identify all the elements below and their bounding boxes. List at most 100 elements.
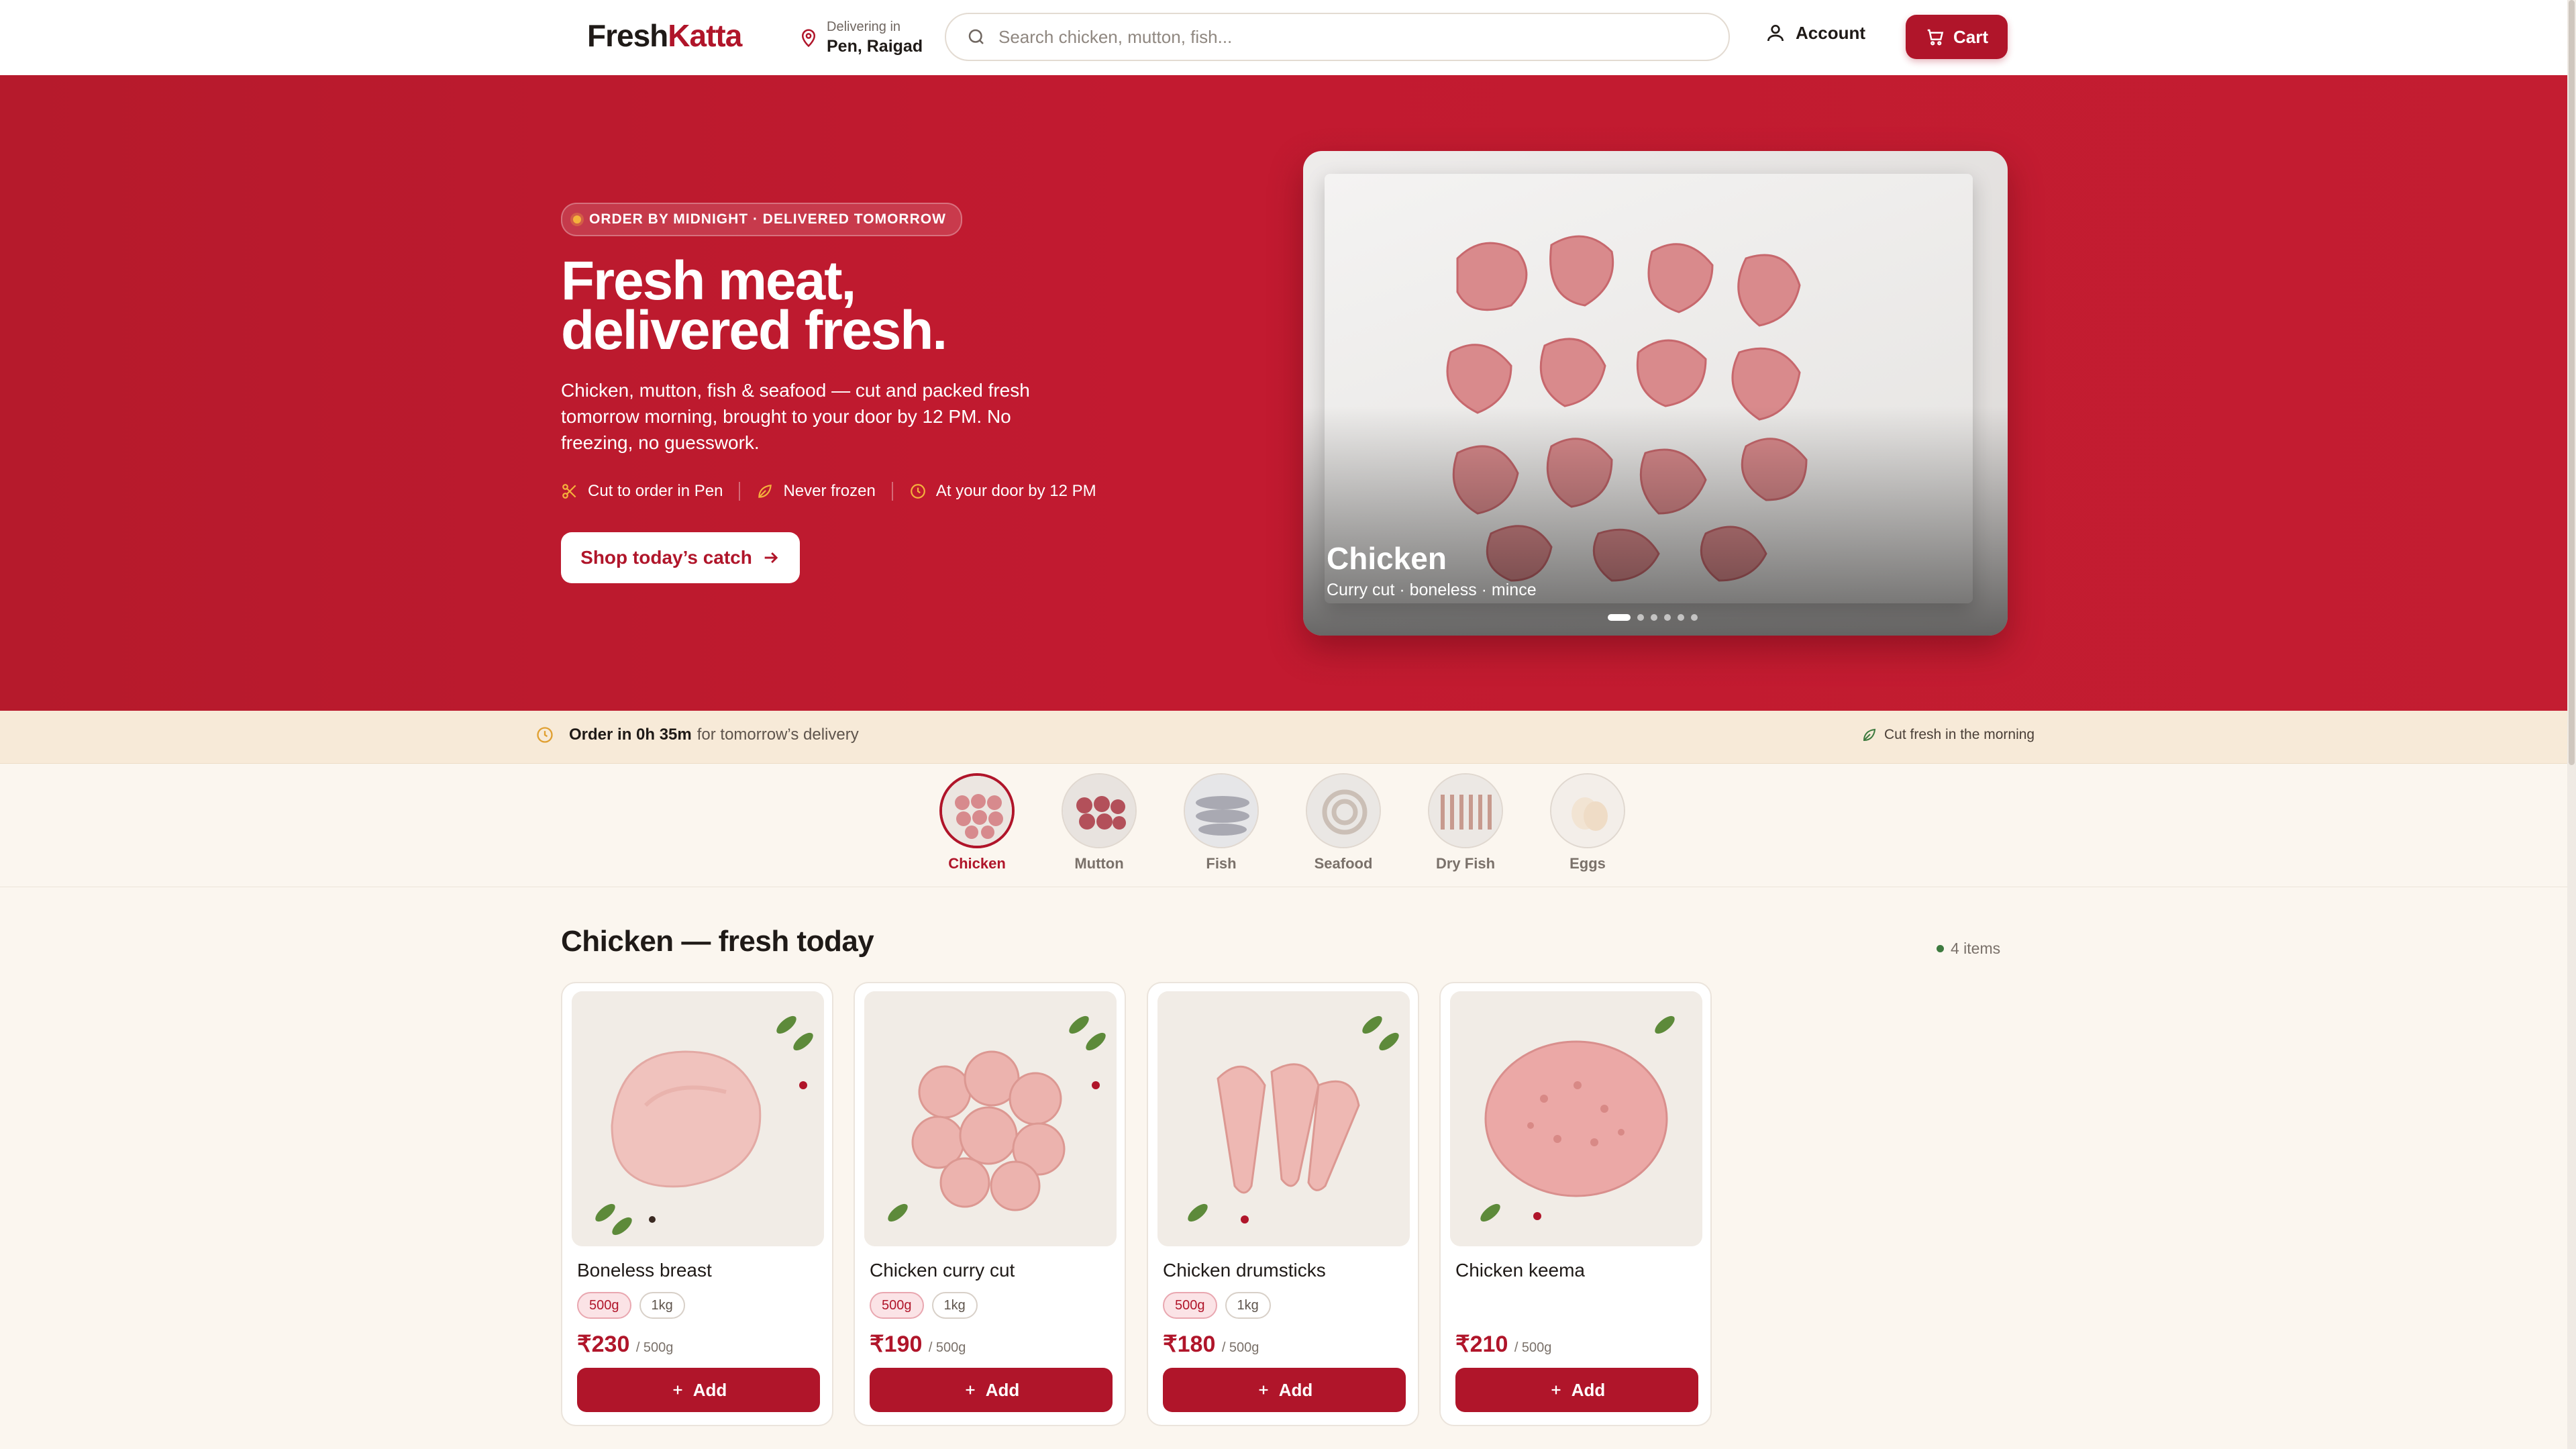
shop-button[interactable]: Shop today’s catch bbox=[561, 532, 800, 583]
category-label: Eggs bbox=[1569, 855, 1606, 872]
category-chicken[interactable]: Chicken bbox=[937, 773, 1017, 872]
logo[interactable]: FreshKatta bbox=[587, 17, 742, 54]
scissors-icon bbox=[562, 484, 576, 499]
price-unit: / 500g bbox=[635, 1340, 674, 1355]
category-chicken-image bbox=[939, 773, 1015, 848]
category-label: Fish bbox=[1206, 855, 1237, 872]
size-option-500g[interactable]: 500g bbox=[577, 1292, 631, 1319]
size-options: 500g 1kg bbox=[1163, 1292, 1279, 1319]
arrow-right-icon bbox=[764, 552, 778, 564]
size-option-1kg[interactable]: 1kg bbox=[1225, 1292, 1271, 1319]
search-bar[interactable] bbox=[945, 13, 1730, 61]
add-to-cart-button[interactable]: Add bbox=[577, 1368, 820, 1412]
category-fish-image bbox=[1184, 773, 1259, 848]
size-option-500g[interactable]: 500g bbox=[870, 1292, 924, 1319]
product-price: ₹190 / 500g bbox=[870, 1331, 966, 1358]
feature-door-label: At your door by 12 PM bbox=[935, 482, 1096, 500]
product-card: Chicken keema ₹210 / 500g Add bbox=[1439, 982, 1712, 1426]
order-badge: ORDER BY MIDNIGHT · DELIVERED TOMORROW bbox=[561, 203, 962, 236]
carousel-dot[interactable] bbox=[1651, 614, 1657, 621]
product-image[interactable] bbox=[1450, 991, 1702, 1246]
leaf-icon bbox=[1863, 728, 1876, 742]
product-name: Boneless breast bbox=[577, 1260, 712, 1281]
plus-icon bbox=[966, 1385, 975, 1395]
price-value: ₹180 bbox=[1163, 1332, 1216, 1357]
leaf-icon bbox=[758, 485, 772, 498]
product-image[interactable] bbox=[864, 991, 1117, 1246]
delivering-label: Delivering in bbox=[827, 19, 901, 34]
hero-description: Chicken, mutton, fish & seafood — cut an… bbox=[561, 380, 1030, 453]
delivery-info-bar: Order in 0h 35m for tomorrow’s delivery … bbox=[0, 711, 2567, 764]
product-name: Chicken drumsticks bbox=[1163, 1260, 1326, 1281]
map-pin-icon bbox=[801, 29, 816, 48]
size-option-1kg[interactable]: 1kg bbox=[931, 1292, 978, 1319]
delivery-location[interactable]: Delivering in Pen, Raigad bbox=[798, 16, 923, 59]
scrollbar-thumb[interactable] bbox=[2569, 0, 2575, 765]
search-icon bbox=[968, 29, 984, 44]
logo-katta: Katta bbox=[668, 18, 742, 53]
carousel-dot[interactable] bbox=[1691, 614, 1698, 621]
category-mutton[interactable]: Mutton bbox=[1059, 773, 1139, 872]
search-input[interactable] bbox=[997, 26, 1704, 48]
page: FreshKatta Delivering in Pen, Raigad Acc… bbox=[0, 0, 2576, 1449]
product-image[interactable] bbox=[572, 991, 824, 1246]
fresh-note: Cut fresh in the morning bbox=[1861, 727, 2034, 743]
cart-button[interactable]: Cart bbox=[1906, 15, 2008, 59]
size-option-500g[interactable]: 500g bbox=[1163, 1292, 1217, 1319]
price-value: ₹230 bbox=[577, 1332, 630, 1357]
page-scrollbar[interactable] bbox=[2567, 0, 2576, 1449]
price-value: ₹190 bbox=[870, 1332, 923, 1357]
item-count: 4 items bbox=[1937, 940, 2000, 958]
carousel-dot[interactable] bbox=[1608, 614, 1631, 621]
category-eggs[interactable]: Eggs bbox=[1547, 773, 1628, 872]
hero-title-line2: delivered fresh. bbox=[561, 300, 947, 361]
feature-frozen-label: Never frozen bbox=[783, 482, 876, 500]
feature-cut: Cut to order in Pen bbox=[561, 482, 723, 501]
size-options: 500g 1kg bbox=[577, 1292, 693, 1319]
add-to-cart-button[interactable]: Add bbox=[1163, 1368, 1406, 1412]
carousel-dots bbox=[1608, 614, 1704, 621]
carousel-dot[interactable] bbox=[1678, 614, 1684, 621]
size-option-1kg[interactable]: 1kg bbox=[639, 1292, 685, 1319]
countdown-suffix: for tomorrow’s delivery bbox=[697, 726, 859, 744]
product-image[interactable] bbox=[1157, 991, 1410, 1246]
badge-dot-icon bbox=[573, 215, 581, 223]
price-unit: / 500g bbox=[1221, 1340, 1259, 1355]
add-label: Add bbox=[985, 1379, 1020, 1400]
feature-frozen: Never frozen bbox=[756, 482, 876, 501]
cart-icon bbox=[1927, 29, 1944, 46]
user-icon bbox=[1767, 25, 1784, 42]
category-label: Mutton bbox=[1074, 855, 1124, 872]
category-label: Dry Fish bbox=[1435, 855, 1496, 872]
add-to-cart-button[interactable]: Add bbox=[1455, 1368, 1698, 1412]
countdown-text: Order in 0h 35m bbox=[569, 726, 692, 744]
carousel-title: Chicken bbox=[1327, 541, 1447, 576]
add-to-cart-button[interactable]: Add bbox=[870, 1368, 1113, 1412]
clock-icon bbox=[537, 727, 553, 743]
plus-icon bbox=[1551, 1385, 1561, 1395]
price-unit: / 500g bbox=[1514, 1340, 1552, 1355]
section-title: Chicken — fresh today bbox=[561, 925, 874, 958]
cart-label: Cart bbox=[1953, 26, 1988, 47]
hero-carousel[interactable]: Chicken Curry cut · boneless · mince bbox=[1303, 151, 2008, 636]
status-dot-icon bbox=[1937, 945, 1944, 952]
plus-icon bbox=[1259, 1385, 1268, 1395]
category-eggs-image bbox=[1550, 773, 1625, 848]
carousel-dot[interactable] bbox=[1637, 614, 1644, 621]
top-header: FreshKatta Delivering in Pen, Raigad Acc… bbox=[0, 0, 2567, 76]
price-unit: / 500g bbox=[928, 1340, 966, 1355]
carousel-dot[interactable] bbox=[1664, 614, 1671, 621]
category-label: Seafood bbox=[1314, 855, 1373, 872]
category-fish[interactable]: Fish bbox=[1181, 773, 1261, 872]
fresh-note-text: Cut fresh in the morning bbox=[1884, 727, 2035, 742]
category-seafood[interactable]: Seafood bbox=[1303, 773, 1384, 872]
feature-cut-label: Cut to order in Pen bbox=[588, 482, 723, 500]
plus-icon bbox=[673, 1385, 682, 1395]
location-value: Pen, Raigad bbox=[827, 37, 923, 56]
product-price: ₹210 / 500g bbox=[1455, 1331, 1551, 1358]
category-dry-fish[interactable]: Dry Fish bbox=[1425, 773, 1506, 872]
size-options: 500g 1kg bbox=[870, 1292, 986, 1319]
account-button[interactable]: Account bbox=[1765, 22, 1865, 44]
product-card: Chicken drumsticks 500g 1kg ₹180 / 500g … bbox=[1147, 982, 1419, 1426]
order-countdown: Order in 0h 35m for tomorrow’s delivery bbox=[535, 726, 859, 744]
